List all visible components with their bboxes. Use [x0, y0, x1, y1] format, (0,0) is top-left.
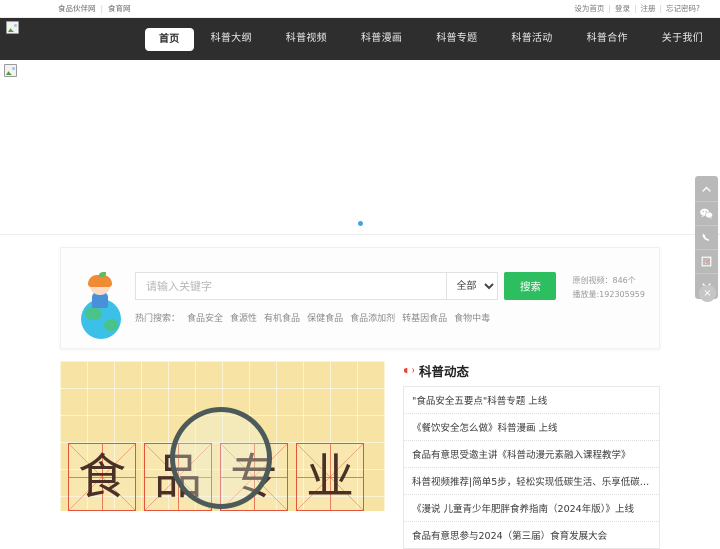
nav-item-video[interactable]: 科普视频	[269, 18, 344, 60]
broken-image-icon	[6, 21, 19, 34]
carousel-dot-1[interactable]	[357, 221, 363, 226]
magnifier-icon	[170, 407, 272, 509]
topbar-separator-1: |	[608, 4, 611, 13]
topbar-separator: |	[100, 4, 104, 13]
set-homepage-link[interactable]: 设为首页	[574, 3, 604, 14]
hot-tag-additives[interactable]: 食品添加剂	[350, 311, 395, 324]
news-list: "食品安全五要点"科普专题 上线 《餐饮安全怎么做》科普漫画 上线 食品有意思受…	[403, 386, 660, 549]
login-link[interactable]: 登录	[615, 3, 630, 14]
stat-play-count: 播放量:192305959	[572, 289, 645, 299]
hot-tag-food-poisoning[interactable]: 食物中毒	[454, 311, 490, 324]
nav-item-topic[interactable]: 科普专题	[419, 18, 494, 60]
news-item[interactable]: 《餐饮安全怎么做》科普漫画 上线	[404, 414, 659, 441]
news-header: 科普动态	[403, 361, 660, 380]
phone-icon	[702, 233, 710, 241]
topbar-separator-2: |	[633, 4, 637, 13]
main-navigation: 首页 科普大纲 科普视频 科普漫画 科普专题 科普活动 科普合作 关于我们	[144, 18, 720, 60]
search-button[interactable]: 搜索	[504, 272, 557, 300]
chevron-up-icon	[702, 186, 711, 192]
partner-site-link[interactable]: 食育网	[108, 3, 131, 14]
topbar-account-links: 设为首页 | 登录 | 注册 | 忘记密码?	[574, 3, 712, 14]
promo-cell-1: 食	[68, 443, 136, 511]
register-link[interactable]: 注册	[640, 3, 655, 14]
news-item[interactable]: 食品有意思受邀主讲《科普动漫元素融入课程教学》	[404, 441, 659, 468]
nav-item-cooperation[interactable]: 科普合作	[570, 18, 645, 60]
news-item[interactable]: 《漫说 儿童青少年肥胖食养指南（2024年版）》上线	[404, 495, 659, 522]
news-section: 科普动态 "食品安全五要点"科普专题 上线 《餐饮安全怎么做》科普漫画 上线 食…	[403, 361, 660, 549]
banner-broken-image-icon	[4, 64, 17, 77]
wechat-icon	[700, 208, 713, 219]
search-row: 全部 搜索	[135, 272, 557, 300]
site-name-link[interactable]: 食品伙伴网	[58, 3, 96, 14]
promo-image[interactable]: 食 品 专 业	[60, 361, 385, 511]
scroll-up-button[interactable]	[695, 178, 718, 202]
stat-original-videos: 原创视频：846个	[572, 276, 636, 285]
hot-tag-food-safety[interactable]: 食品安全	[187, 311, 223, 324]
site-header: 首页 科普大纲 科普视频 科普漫画 科普专题 科普活动 科普合作 关于我们	[0, 18, 720, 60]
search-category-select[interactable]: 全部	[446, 272, 499, 300]
mascot-illustration	[75, 255, 127, 341]
topbar-site-links: 食品伙伴网 | 食育网	[0, 3, 131, 14]
news-item[interactable]: 食品有意思参与2024（第三届）食育发展大会	[404, 522, 659, 548]
nav-item-home[interactable]: 首页	[144, 27, 194, 51]
topbar-separator-3: |	[659, 4, 663, 13]
site-logo[interactable]	[0, 18, 145, 60]
hot-tag-gmo-food[interactable]: 转基因食品	[402, 311, 447, 324]
main-content: 食 品 专 业 科普动态 "食品安全五要点"科普专题 上线 《餐饮安全怎么做》科…	[0, 349, 720, 549]
feedback-button[interactable]	[695, 250, 718, 274]
side-toolbar	[695, 176, 718, 299]
hot-tag-foodborne[interactable]: 食源性	[230, 311, 257, 324]
wechat-button[interactable]	[695, 202, 718, 226]
forgot-password-link[interactable]: 忘记密码?	[666, 3, 700, 14]
search-section: 全部 搜索 热门搜索： 食品安全 食源性 有机食品 保健食品 食品添加剂 转基因…	[0, 235, 720, 349]
search-controls: 全部 搜索 热门搜索： 食品安全 食源性 有机食品 保健食品 食品添加剂 转基因…	[135, 272, 557, 324]
hero-banner[interactable]	[0, 60, 720, 235]
nav-item-outline[interactable]: 科普大纲	[194, 18, 269, 60]
nav-item-about[interactable]: 关于我们	[645, 18, 720, 60]
megaphone-icon	[403, 365, 415, 377]
search-input[interactable]	[135, 272, 447, 300]
hot-search-row: 热门搜索： 食品安全 食源性 有机食品 保健食品 食品添加剂 转基因食品 食物中…	[135, 311, 556, 324]
news-item[interactable]: 科普视频推荐|简单5步，轻松实现低碳生活、乐享低碳时光	[404, 468, 659, 495]
promo-cell-4: 业	[296, 443, 364, 511]
hot-tag-health-food[interactable]: 保健食品	[307, 311, 343, 324]
carousel-dots	[0, 221, 720, 226]
phone-button[interactable]	[695, 226, 718, 250]
nav-item-comic[interactable]: 科普漫画	[344, 18, 419, 60]
promo-character-1: 食	[77, 449, 126, 505]
top-utility-bar: 食品伙伴网 | 食育网 设为首页 | 登录 | 注册 | 忘记密码?	[0, 0, 720, 18]
search-card: 全部 搜索 热门搜索： 食品安全 食源性 有机食品 保健食品 食品添加剂 转基因…	[60, 247, 660, 349]
site-statistics: 原创视频：846个 播放量:192305959	[572, 248, 645, 301]
news-section-title: 科普动态	[419, 364, 470, 379]
news-item[interactable]: "食品安全五要点"科普专题 上线	[404, 387, 659, 414]
hot-tag-organic-food[interactable]: 有机食品	[264, 311, 300, 324]
close-toolbar-button[interactable]: ×	[699, 285, 716, 302]
nav-item-activity[interactable]: 科普活动	[494, 18, 569, 60]
hot-search-label: 热门搜索：	[135, 314, 181, 324]
promo-character-4: 业	[305, 449, 354, 505]
pencil-note-icon	[701, 256, 712, 267]
